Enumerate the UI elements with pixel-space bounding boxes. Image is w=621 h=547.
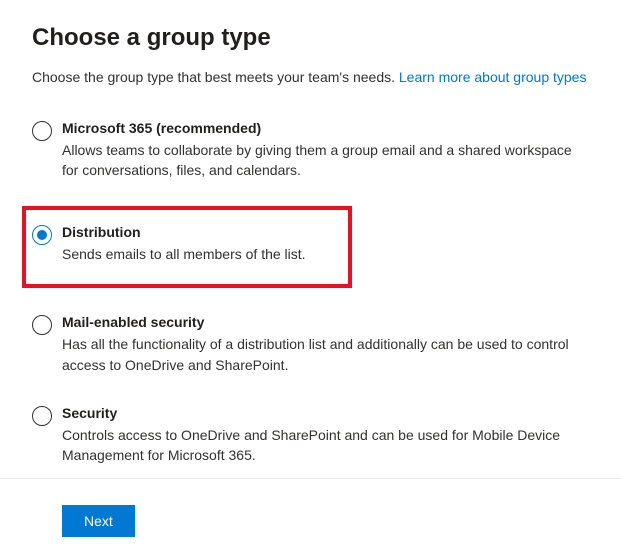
footer: Next xyxy=(0,478,621,547)
option-description: Allows teams to collaborate by giving th… xyxy=(62,140,589,181)
option-label[interactable]: Security xyxy=(62,405,589,421)
option-label[interactable]: Mail-enabled security xyxy=(62,314,589,330)
option-description: Controls access to OneDrive and SharePoi… xyxy=(62,425,589,466)
radio-security[interactable] xyxy=(32,406,52,426)
option-label[interactable]: Distribution xyxy=(62,224,338,240)
main-content: Choose a group type Choose the group typ… xyxy=(0,0,621,470)
radio-microsoft-365[interactable] xyxy=(32,121,52,141)
option-description: Has all the functionality of a distribut… xyxy=(62,334,589,375)
group-type-options: Microsoft 365 (recommended) Allows teams… xyxy=(32,116,589,470)
option-label[interactable]: Microsoft 365 (recommended) xyxy=(62,120,589,136)
option-body: Mail-enabled security Has all the functi… xyxy=(62,314,589,375)
learn-more-link[interactable]: Learn more about group types xyxy=(399,69,587,85)
intro-copy: Choose the group type that best meets yo… xyxy=(32,69,399,85)
option-security[interactable]: Security Controls access to OneDrive and… xyxy=(32,401,589,470)
option-body: Security Controls access to OneDrive and… xyxy=(62,405,589,466)
intro-text: Choose the group type that best meets yo… xyxy=(32,68,589,88)
radio-distribution[interactable] xyxy=(32,225,52,245)
radio-mail-enabled-security[interactable] xyxy=(32,315,52,335)
page-title: Choose a group type xyxy=(32,24,589,52)
option-mail-enabled-security[interactable]: Mail-enabled security Has all the functi… xyxy=(32,310,589,379)
option-distribution[interactable]: Distribution Sends emails to all members… xyxy=(22,206,352,288)
option-microsoft-365[interactable]: Microsoft 365 (recommended) Allows teams… xyxy=(32,116,589,185)
option-body: Microsoft 365 (recommended) Allows teams… xyxy=(62,120,589,181)
option-body: Distribution Sends emails to all members… xyxy=(62,224,338,264)
next-button[interactable]: Next xyxy=(62,505,135,537)
option-description: Sends emails to all members of the list. xyxy=(62,244,338,264)
